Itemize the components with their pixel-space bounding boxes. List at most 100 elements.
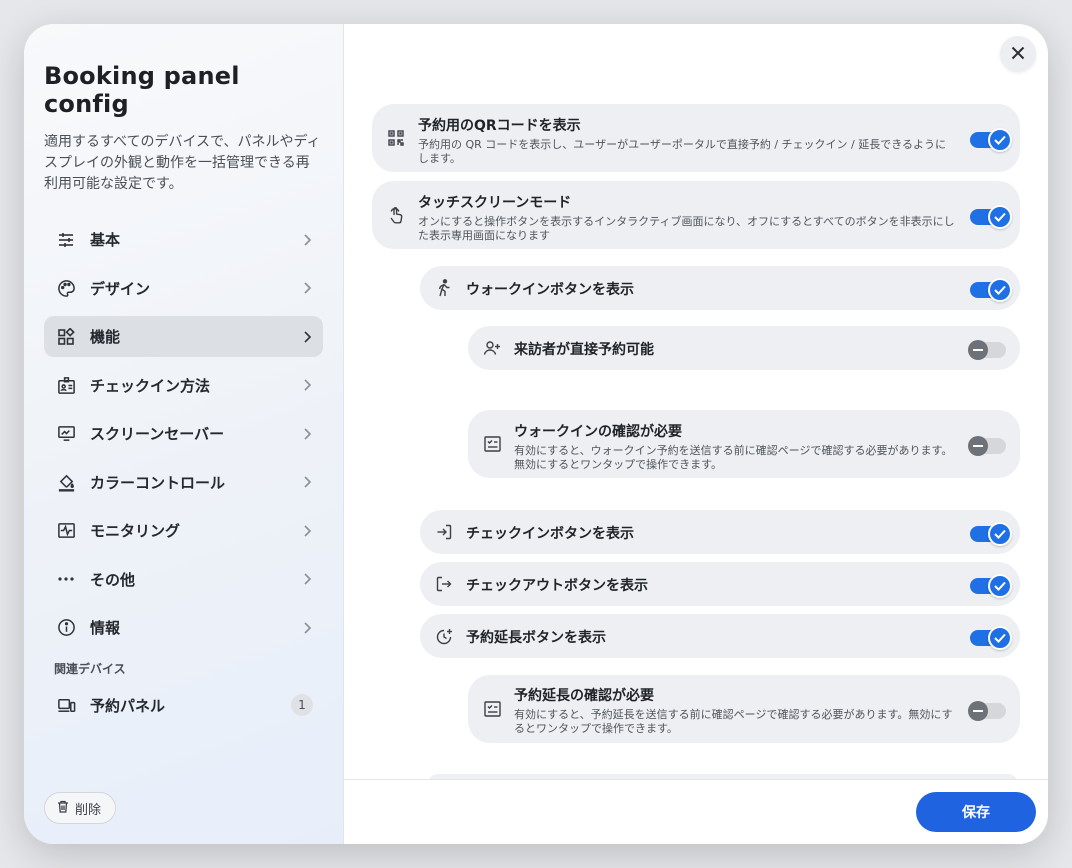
delete-button[interactable]: 削除 (44, 792, 117, 824)
sidebar-item-color-control[interactable]: カラーコントロール (44, 462, 323, 503)
info-icon (56, 618, 76, 638)
toggle-switch[interactable] (970, 574, 1012, 598)
sidebar-item-label: モニタリング (90, 522, 181, 540)
sidebar-item-label: デザイン (90, 279, 151, 298)
sidebar-item-checkin-method[interactable]: チェックイン方法 (44, 365, 323, 406)
setting-row-checkout-button: チェックアウトボタンを表示 (420, 562, 1020, 606)
sidebar-item-screensaver[interactable]: スクリーンセーバー (44, 413, 323, 454)
setting-row-walkin-confirmation: ウォークインの確認が必要 有効にすると、ウォークイン予約を送信する前に確認ページ… (468, 410, 1020, 478)
monitor-icon (56, 424, 76, 444)
devices-icon (56, 695, 76, 715)
check-icon (988, 278, 1012, 302)
setting-title: 予約延長ボタンを表示 (466, 630, 606, 646)
setting-title: 予約延長の確認が必要 (514, 688, 654, 704)
chevron-right-icon (301, 573, 313, 585)
walk-icon (434, 278, 454, 298)
sidebar-item-label: 情報 (90, 619, 121, 637)
setting-row-qr-code: 予約用のQRコードを表示 予約用の QR コードを表示し、ユーザーがユーザーポー… (372, 104, 1020, 172)
device-count-badge: 1 (291, 694, 313, 716)
toggle-switch[interactable] (970, 522, 1012, 546)
minus-icon (968, 701, 988, 721)
setting-description-line: オンにすると操作ボタンを表示するインタラクティブ画面になり、オフにするとすべての… (418, 215, 955, 228)
close-button[interactable] (1000, 36, 1036, 72)
config-dialog: Booking panel config 適用するすべてのデバイスで、パネルやデ… (24, 24, 1048, 844)
setting-description-line: します。 (418, 152, 461, 165)
settings-list[interactable]: 予約用のQRコードを表示 予約用の QR コードを表示し、ユーザーがユーザーポー… (344, 24, 1048, 779)
sidebar-item-features[interactable]: 機能 (44, 316, 323, 357)
setting-row-visitor-booking: 来訪者が直接予約可能 (468, 326, 1020, 370)
sidebar-item-info[interactable]: 情報 (44, 607, 323, 648)
dialog-footer: 保存 (344, 779, 1048, 844)
dialog-description: 適用するすべてのデバイスで、パネルやディスプレイの外観と動作を一括管理できる再利… (44, 134, 321, 192)
check-icon (988, 522, 1012, 546)
sidebar-item-monitoring[interactable]: モニタリング (44, 510, 323, 551)
chevron-right-icon (301, 379, 313, 391)
setting-title: 予約用のQRコードを表示 (418, 118, 581, 134)
qr-code-icon (386, 128, 406, 148)
setting-row-checkin-button: チェックインボタンを表示 (420, 510, 1020, 554)
setting-title: チェックインボタンを表示 (466, 526, 634, 542)
related-device-label: 予約パネル (90, 696, 166, 715)
setting-title: ウォークインボタンを表示 (466, 282, 634, 298)
toggle-switch[interactable] (970, 205, 1012, 229)
dialog-title: Booking panel config (44, 62, 240, 118)
touch-icon (386, 205, 406, 225)
setting-title: タッチスクリーンモード (418, 195, 572, 211)
sidebar-item-design[interactable]: デザイン (44, 268, 323, 309)
toggle-switch[interactable] (968, 340, 1006, 360)
palette-icon (56, 278, 76, 298)
checklist-icon (482, 434, 502, 454)
setting-description-line: た表示専用画面になります (418, 229, 550, 242)
clock-add-icon (434, 626, 454, 646)
chevron-right-icon (301, 330, 313, 343)
check-icon (988, 574, 1012, 598)
sidebar-item-label: 基本 (90, 231, 121, 249)
chevron-right-icon (301, 282, 313, 294)
sidebar-nav: 基本 デザイン 機能 チェックイン方法 スクリーンセーバー カラーコントロール … (44, 219, 323, 648)
setting-row-walkin-button: ウォークインボタンを表示 (420, 266, 1020, 310)
checklist-icon (482, 699, 502, 719)
setting-description-line: るとワンタップで操作できます。 (514, 722, 678, 735)
sidebar-item-label: チェックイン方法 (90, 376, 211, 395)
toggle-switch[interactable] (968, 701, 1006, 721)
toggle-switch[interactable] (970, 278, 1012, 302)
setting-title: ウォークインの確認が必要 (514, 424, 682, 440)
setting-description-line: 予約用の QR コードを表示し、ユーザーがユーザーポータルで直接予約 / チェッ… (418, 138, 947, 151)
chevron-right-icon (301, 524, 313, 537)
setting-description-line: 有効にすると、予約延長を送信する前に確認ページで確認する必要があります。無効にす (514, 708, 953, 721)
chevron-right-icon (301, 621, 313, 634)
setting-row-touchscreen-mode: タッチスクリーンモード オンにすると操作ボタンを表示するインタラクティブ画面にな… (372, 181, 1020, 249)
toggle-switch[interactable] (970, 626, 1012, 650)
paint-bucket-icon (56, 472, 76, 492)
save-button[interactable]: 保存 (916, 792, 1036, 832)
check-icon (988, 626, 1012, 650)
sidebar-item-label: カラーコントロール (90, 473, 226, 492)
sidebar-item-basic[interactable]: 基本 (44, 219, 323, 260)
login-icon (434, 522, 454, 542)
chevron-right-icon (301, 233, 313, 246)
minus-icon (968, 436, 988, 456)
sidebar-item-label: 機能 (90, 328, 121, 346)
sidebar-item-label: スクリーンセーバー (90, 425, 225, 443)
check-icon (988, 205, 1012, 229)
monitoring-icon (56, 521, 76, 541)
sidebar: Booking panel config 適用するすべてのデバイスで、パネルやデ… (24, 24, 344, 844)
related-device-item[interactable]: 予約パネル 1 (44, 691, 323, 719)
setting-description-line: 無効にするとワンタップで操作できます。 (514, 458, 723, 471)
badge-icon (56, 375, 76, 395)
minus-icon (968, 340, 988, 360)
toggle-switch[interactable] (968, 436, 1006, 456)
chevron-right-icon (301, 427, 313, 440)
check-icon (988, 128, 1012, 152)
close-icon (1011, 45, 1025, 64)
setting-row-extend-button: 予約延長ボタンを表示 (420, 614, 1020, 658)
toggle-switch[interactable] (970, 128, 1012, 152)
logout-icon (434, 574, 454, 594)
widgets-icon (56, 327, 76, 347)
settings-panel: 予約用のQRコードを表示 予約用の QR コードを表示し、ユーザーがユーザーポー… (344, 24, 1048, 844)
delete-label: 削除 (75, 802, 102, 818)
sidebar-item-label: その他 (90, 570, 136, 589)
sidebar-item-other[interactable]: その他 (44, 559, 323, 600)
person-add-icon (482, 338, 502, 358)
setting-row-extend-confirmation: 予約延長の確認が必要 有効にすると、予約延長を送信する前に確認ページで確認する必… (468, 675, 1020, 743)
